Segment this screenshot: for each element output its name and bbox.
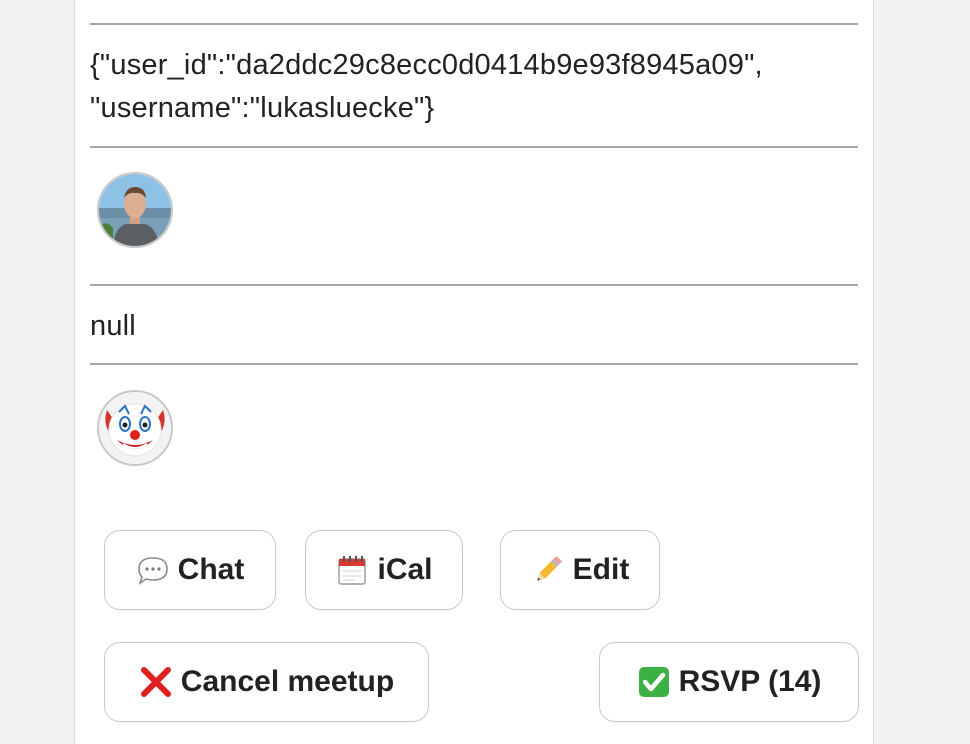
edit-button[interactable]: Edit bbox=[500, 530, 660, 610]
divider bbox=[90, 23, 858, 25]
red-cross-icon bbox=[139, 665, 173, 699]
divider bbox=[90, 284, 858, 286]
divider bbox=[90, 146, 858, 148]
pencil-icon bbox=[531, 553, 565, 587]
cancel-meetup-button-label: Cancel meetup bbox=[180, 665, 395, 698]
clown-face-icon[interactable] bbox=[97, 390, 173, 466]
cancel-meetup-button[interactable]: Cancel meetup bbox=[104, 642, 429, 722]
rsvp-button[interactable]: RSVP (14) bbox=[599, 642, 859, 722]
null-value-text: null bbox=[90, 310, 136, 342]
edit-button-label: Edit bbox=[572, 553, 630, 586]
speech-bubble-icon bbox=[136, 553, 170, 587]
ical-button-label: iCal bbox=[377, 553, 433, 586]
chat-button-label: Chat bbox=[177, 553, 245, 586]
meetup-detail-panel: {"user_id":"da2ddc29c8ecc0d0414b9e93f894… bbox=[74, 0, 874, 744]
user-avatar[interactable] bbox=[97, 172, 173, 248]
green-check-icon bbox=[637, 665, 671, 699]
ical-button[interactable]: iCal bbox=[305, 530, 463, 610]
calendar-icon bbox=[335, 553, 369, 587]
user-json-text: {"user_id":"da2ddc29c8ecc0d0414b9e93f894… bbox=[90, 49, 763, 124]
divider bbox=[90, 363, 858, 365]
rsvp-button-label: RSVP (14) bbox=[678, 665, 822, 698]
chat-button[interactable]: Chat bbox=[104, 530, 276, 610]
